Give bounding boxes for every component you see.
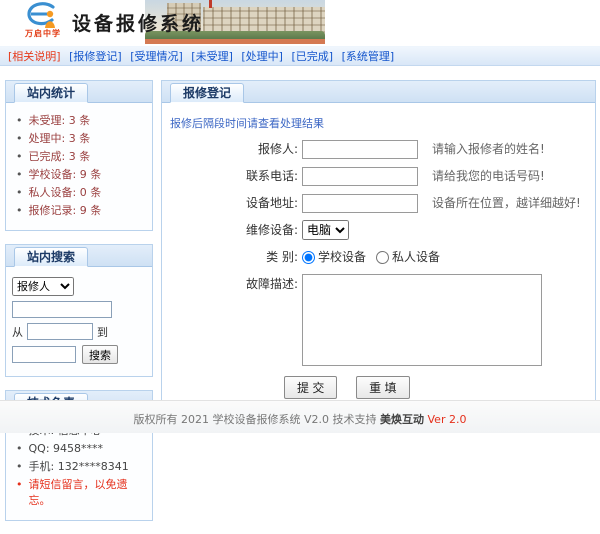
description-label: 故障描述: — [162, 274, 302, 294]
reporter-input[interactable] — [302, 140, 418, 159]
nav-item-status[interactable]: [受理情况] — [130, 50, 183, 63]
bullet-icon: • — [16, 459, 23, 475]
address-input[interactable] — [302, 194, 418, 213]
bullet-icon: • — [16, 149, 23, 165]
stat-item: •报修记录: 9 条 — [12, 203, 146, 219]
category-private-radio[interactable] — [376, 251, 389, 264]
stat-item: •学校设备: 9 条 — [12, 167, 146, 183]
main-area: 报修登记 报修后隔段时间请查看处理结果 报修人: 请输入报修者的姓名! 联系电话… — [161, 80, 596, 417]
phone-label: 联系电话: — [162, 166, 302, 186]
bullet-icon: • — [16, 477, 23, 493]
phone-hint: 请给我您的电话号码! — [432, 166, 545, 186]
search-to-label: 到 — [97, 324, 108, 340]
nav-item-pending[interactable]: [未受理] — [191, 50, 233, 63]
reporter-hint: 请输入报修者的姓名! — [432, 139, 545, 159]
category-label: 类 别: — [162, 247, 302, 267]
stat-item: •私人设备: 0 条 — [12, 185, 146, 201]
nav-item-notes[interactable]: [相关说明] — [8, 50, 61, 63]
nav-item-processing[interactable]: [处理中] — [241, 50, 283, 63]
stat-item: •未受理: 3 条 — [12, 113, 146, 129]
category-school-label[interactable]: 学校设备 — [318, 247, 366, 267]
description-textarea[interactable] — [302, 274, 542, 366]
stats-panel-title: 站内统计 — [14, 83, 88, 103]
repair-register-tab: 报修登记 — [170, 83, 244, 103]
sidebar: 站内统计 •未受理: 3 条 •处理中: 3 条 •已完成: 3 条 •学校设备… — [5, 80, 153, 534]
page-header: 万启中学 设备报修系统 — [0, 0, 600, 44]
address-hint: 设备所在位置，越详细越好! — [432, 193, 581, 213]
bullet-icon: • — [16, 185, 23, 201]
vendor-name: 美焕互动 — [380, 413, 424, 426]
version-text: Ver 2.0 — [428, 413, 467, 426]
notice-text: 报修后隔段时间请查看处理结果 — [162, 103, 595, 133]
bullet-icon: • — [16, 203, 23, 219]
address-label: 设备地址: — [162, 193, 302, 213]
search-date-to-input[interactable] — [12, 346, 76, 363]
category-school-radio[interactable] — [302, 251, 315, 264]
search-button[interactable]: 搜索 — [82, 345, 118, 364]
nav-item-done[interactable]: [已完成] — [291, 50, 333, 63]
stat-item: •处理中: 3 条 — [12, 131, 146, 147]
bullet-icon: • — [16, 131, 23, 147]
search-from-label: 从 — [12, 324, 23, 340]
bullet-icon: • — [16, 113, 23, 129]
search-panel-title: 站内搜索 — [14, 247, 88, 267]
nav-item-admin[interactable]: [系统管理] — [342, 50, 395, 63]
repair-form: 报修人: 请输入报修者的姓名! 联系电话: 请给我您的电话号码! 设备地址: 设… — [162, 133, 595, 399]
search-keyword-input[interactable] — [12, 301, 112, 318]
content-area: 站内统计 •未受理: 3 条 •处理中: 3 条 •已完成: 3 条 •学校设备… — [5, 80, 596, 534]
reset-button[interactable]: 重 填 — [356, 376, 409, 399]
logo-school-name: 万启中学 — [14, 30, 72, 38]
bullet-icon: • — [16, 167, 23, 183]
bullet-icon: • — [16, 441, 23, 457]
site-logo: 万启中学 — [14, 2, 72, 42]
phone-input[interactable] — [302, 167, 418, 186]
tech-item: •手机: 132****8341 — [12, 459, 146, 475]
tech-warning: •请短信留言，以免遗忘。 — [12, 477, 146, 509]
category-private-label[interactable]: 私人设备 — [392, 247, 440, 267]
device-select[interactable]: 电脑 — [302, 220, 349, 240]
stats-panel: 站内统计 •未受理: 3 条 •处理中: 3 条 •已完成: 3 条 •学校设备… — [5, 80, 153, 231]
submit-button[interactable]: 提 交 — [284, 376, 337, 399]
copyright-text: 版权所有 2021 学校设备报修系统 V2.0 技术支持 — [134, 413, 377, 426]
reporter-label: 报修人: — [162, 139, 302, 159]
repair-register-panel: 报修登记 报修后隔段时间请查看处理结果 报修人: 请输入报修者的姓名! 联系电话… — [161, 80, 596, 417]
nav-item-register[interactable]: [报修登记] — [69, 50, 122, 63]
page-title: 设备报修系统 — [72, 9, 204, 36]
search-date-from-input[interactable] — [27, 323, 93, 340]
search-panel: 站内搜索 报修人 从 到 搜索 — [5, 244, 153, 377]
top-nav: [相关说明] [报修登记] [受理情况] [未受理] [处理中] [已完成] [… — [0, 46, 600, 66]
logo-icon — [14, 2, 72, 30]
stat-item: •已完成: 3 条 — [12, 149, 146, 165]
search-type-select[interactable]: 报修人 — [12, 277, 74, 296]
device-label: 维修设备: — [162, 220, 302, 240]
tech-item: •QQ: 9458**** — [12, 441, 146, 457]
page-footer: 版权所有 2021 学校设备报修系统 V2.0 技术支持 美焕互动 Ver 2.… — [0, 400, 600, 433]
